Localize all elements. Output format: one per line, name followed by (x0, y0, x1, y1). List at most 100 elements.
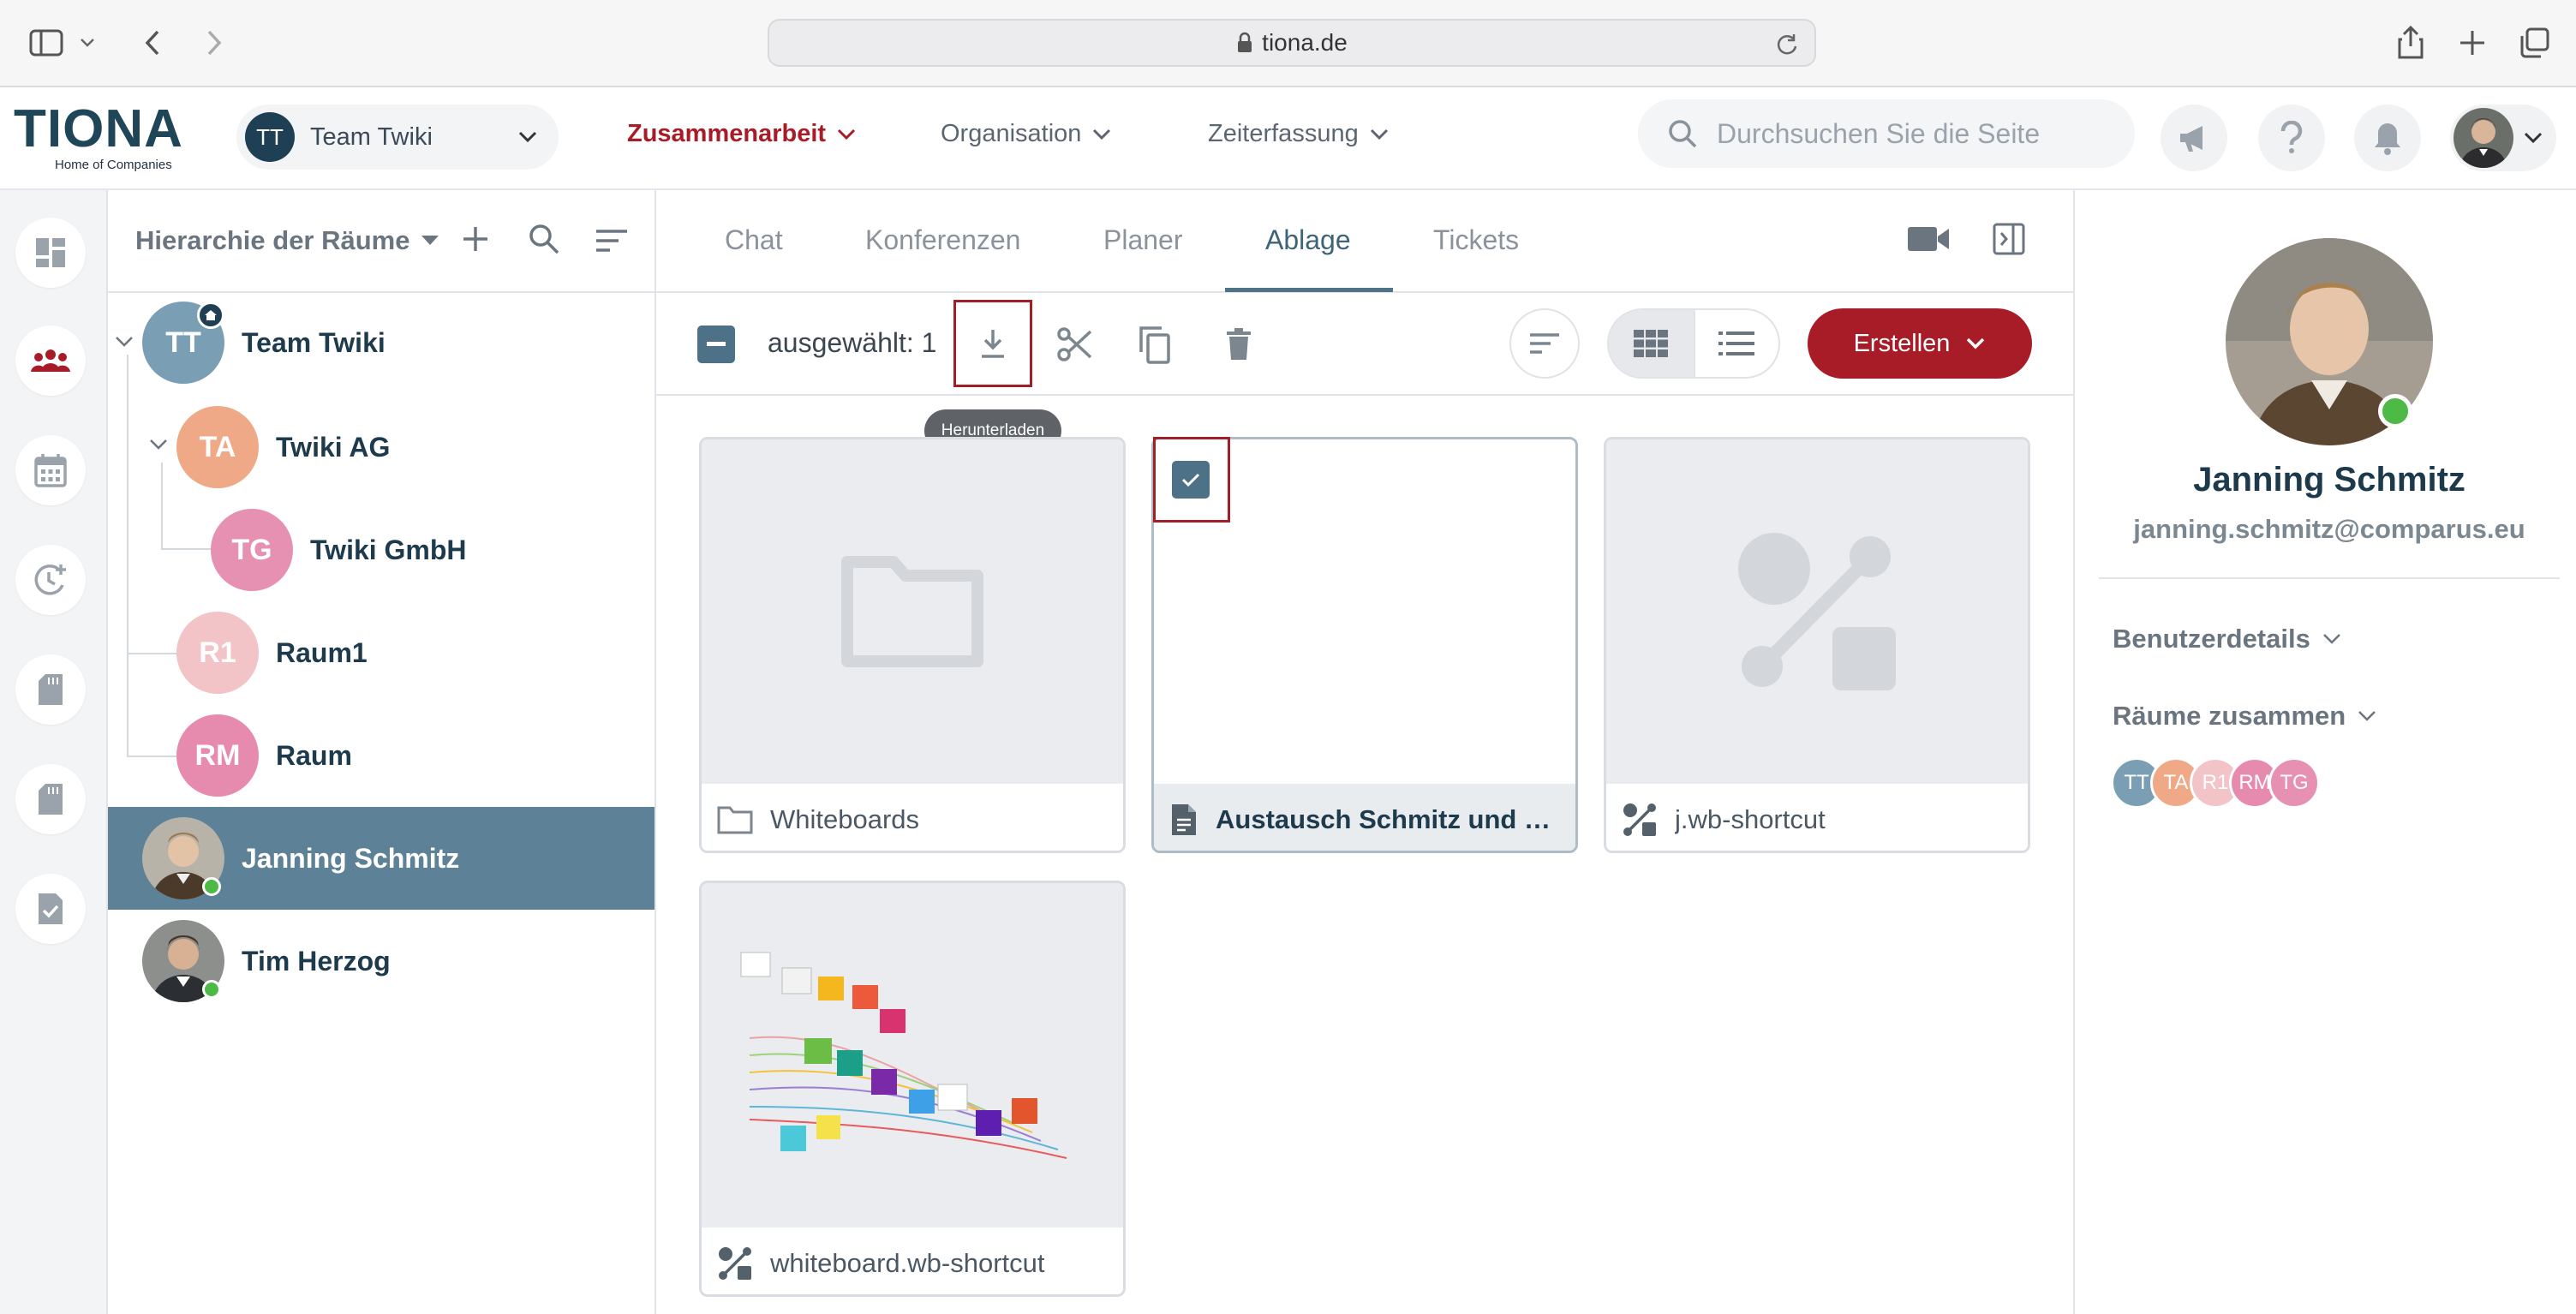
shortcut-icon (1623, 803, 1656, 836)
file-footer: Whiteboards (702, 784, 1123, 851)
online-status-icon (202, 980, 221, 999)
file-thumbnail (702, 883, 1123, 1227)
calendar-icon[interactable] (15, 435, 86, 505)
cut-icon[interactable] (1050, 320, 1098, 368)
collapse-chevron-icon[interactable] (149, 439, 168, 451)
reload-icon[interactable] (1775, 33, 1799, 57)
announcement-icon[interactable] (2161, 105, 2227, 171)
team-avatar: TT (245, 112, 295, 162)
file-thumbnail (702, 439, 1123, 784)
file-footer: Austausch Schmitz und H... (1154, 784, 1575, 851)
nav-label: Zusammenarbeit (627, 120, 827, 147)
grid-icon (1634, 330, 1669, 357)
chevron-down-icon (1967, 337, 1985, 349)
list-icon (1718, 331, 1755, 355)
file-card-j-wb-shortcut[interactable]: j.wb-shortcut (1604, 437, 2030, 853)
nav-zusammenarbeit[interactable]: Zusammenarbeit (627, 120, 857, 148)
profile-photo-wrap (2226, 238, 2433, 445)
user-avatar (2453, 108, 2513, 168)
time-tracking-icon[interactable] (15, 545, 86, 615)
download-button[interactable] (953, 300, 1032, 387)
person-tim-herzog[interactable]: Tim Herzog (142, 920, 391, 1002)
storage-icon[interactable] (15, 654, 86, 725)
search-input[interactable]: Durchsuchen Sie die Seite (1638, 99, 2135, 168)
delete-icon[interactable] (1215, 320, 1263, 368)
person-janning-schmitz[interactable]: Janning Schmitz (142, 817, 459, 899)
team-selector[interactable]: TT Team Twiki (236, 105, 559, 170)
chevron-down-icon (2524, 132, 2543, 144)
tab-planer[interactable]: Planer (1103, 224, 1183, 256)
whiteboard-preview (740, 952, 1067, 1159)
shortcut-icon (1738, 533, 1896, 690)
tab-tickets[interactable]: Tickets (1433, 224, 1519, 256)
select-all-checkbox[interactable] (697, 326, 735, 363)
file-footer: j.wb-shortcut (1606, 784, 2028, 851)
file-card-whiteboard-wb-shortcut[interactable]: whiteboard.wb-shortcut (699, 881, 1126, 1297)
tiona-logo[interactable]: TIONA Home of Companies (14, 103, 183, 173)
help-icon[interactable] (2258, 105, 2325, 171)
new-tab-icon[interactable] (2452, 22, 2493, 63)
tree-item-raum1[interactable]: R1 Raum1 (176, 612, 368, 694)
tab-chat[interactable]: Chat (725, 224, 783, 256)
back-icon[interactable] (132, 22, 173, 63)
lock-icon (1236, 32, 1253, 54)
dashboard-icon[interactable] (15, 218, 86, 288)
address-bar[interactable]: tiona.de (768, 19, 1816, 67)
chevron-down-icon[interactable] (75, 22, 99, 63)
share-icon[interactable] (2390, 22, 2431, 63)
sort-icon[interactable] (595, 228, 629, 254)
sidebar-toggle-icon[interactable] (26, 22, 67, 63)
tree-item-raum[interactable]: RM Raum (176, 714, 352, 797)
nav-organisation[interactable]: Organisation (941, 120, 1112, 148)
online-status-icon (2378, 394, 2412, 428)
file-card-whiteboards[interactable]: Whiteboards (699, 437, 1126, 853)
bell-icon[interactable] (2354, 105, 2421, 171)
sort-button[interactable] (1509, 308, 1580, 379)
file-footer: whiteboard.wb-shortcut (702, 1227, 1123, 1294)
collapse-chevron-icon[interactable] (115, 336, 134, 348)
file-name: Austausch Schmitz und H... (1216, 804, 1558, 834)
selected-count: ausgewählt: 1 (768, 327, 937, 358)
user-menu[interactable] (2450, 105, 2556, 171)
storage-icon[interactable] (15, 764, 86, 834)
nav-zeiterfassung[interactable]: Zeiterfassung (1208, 120, 1390, 148)
hierarchy-header: Hierarchie der Räume (108, 190, 656, 293)
file-name: whiteboard.wb-shortcut (770, 1248, 1045, 1278)
tree-item-label: Raum1 (276, 636, 368, 668)
chevron-down-icon (2358, 711, 2376, 721)
copy-icon[interactable] (1131, 320, 1179, 368)
tab-konferenzen[interactable]: Konferenzen (865, 224, 1020, 256)
task-document-icon[interactable] (15, 874, 86, 944)
forward-icon[interactable] (194, 22, 235, 63)
collapse-panel-icon[interactable] (1993, 223, 2025, 255)
tree-item-team-twiki[interactable]: TT Team Twiki (142, 302, 386, 384)
chevron-down-icon (1370, 128, 1388, 140)
grid-view-button[interactable] (1609, 310, 1694, 377)
file-checkbox-checked[interactable] (1172, 461, 1210, 499)
team-icon[interactable] (15, 326, 86, 396)
hierarchy-title[interactable]: Hierarchie der Räume (135, 225, 409, 256)
tree-item-twiki-ag[interactable]: TA Twiki AG (176, 406, 390, 488)
chevron-down-icon (517, 130, 538, 144)
section-shared-rooms[interactable]: Räume zusammen (2113, 701, 2376, 732)
tab-ablage[interactable]: Ablage (1265, 224, 1351, 256)
profile-email[interactable]: janning.schmitz@comparus.eu (2073, 514, 2576, 545)
create-button[interactable]: Erstellen (1808, 308, 2032, 379)
list-view-button[interactable] (1693, 310, 1778, 377)
folder-icon (717, 806, 753, 834)
person-name: Janning Schmitz (242, 842, 460, 874)
search-placeholder: Durchsuchen Sie die Seite (1717, 117, 2041, 149)
search-icon (1667, 118, 1698, 149)
search-icon[interactable] (528, 223, 560, 255)
shared-room-avatar[interactable]: TG (2268, 757, 2320, 809)
caret-down-icon[interactable] (421, 236, 439, 246)
section-user-details[interactable]: Benutzerdetails (2113, 624, 2341, 654)
active-tab-indicator (1225, 288, 1393, 292)
document-icon (1172, 804, 1196, 835)
add-icon[interactable] (461, 224, 490, 254)
nav-label: Zeiterfassung (1208, 120, 1359, 147)
video-camera-icon[interactable] (1907, 224, 1950, 254)
file-name: j.wb-shortcut (1675, 804, 1826, 834)
tabs-overview-icon[interactable] (2513, 22, 2555, 63)
tree-item-twiki-gmbh[interactable]: TG Twiki GmbH (211, 509, 467, 591)
